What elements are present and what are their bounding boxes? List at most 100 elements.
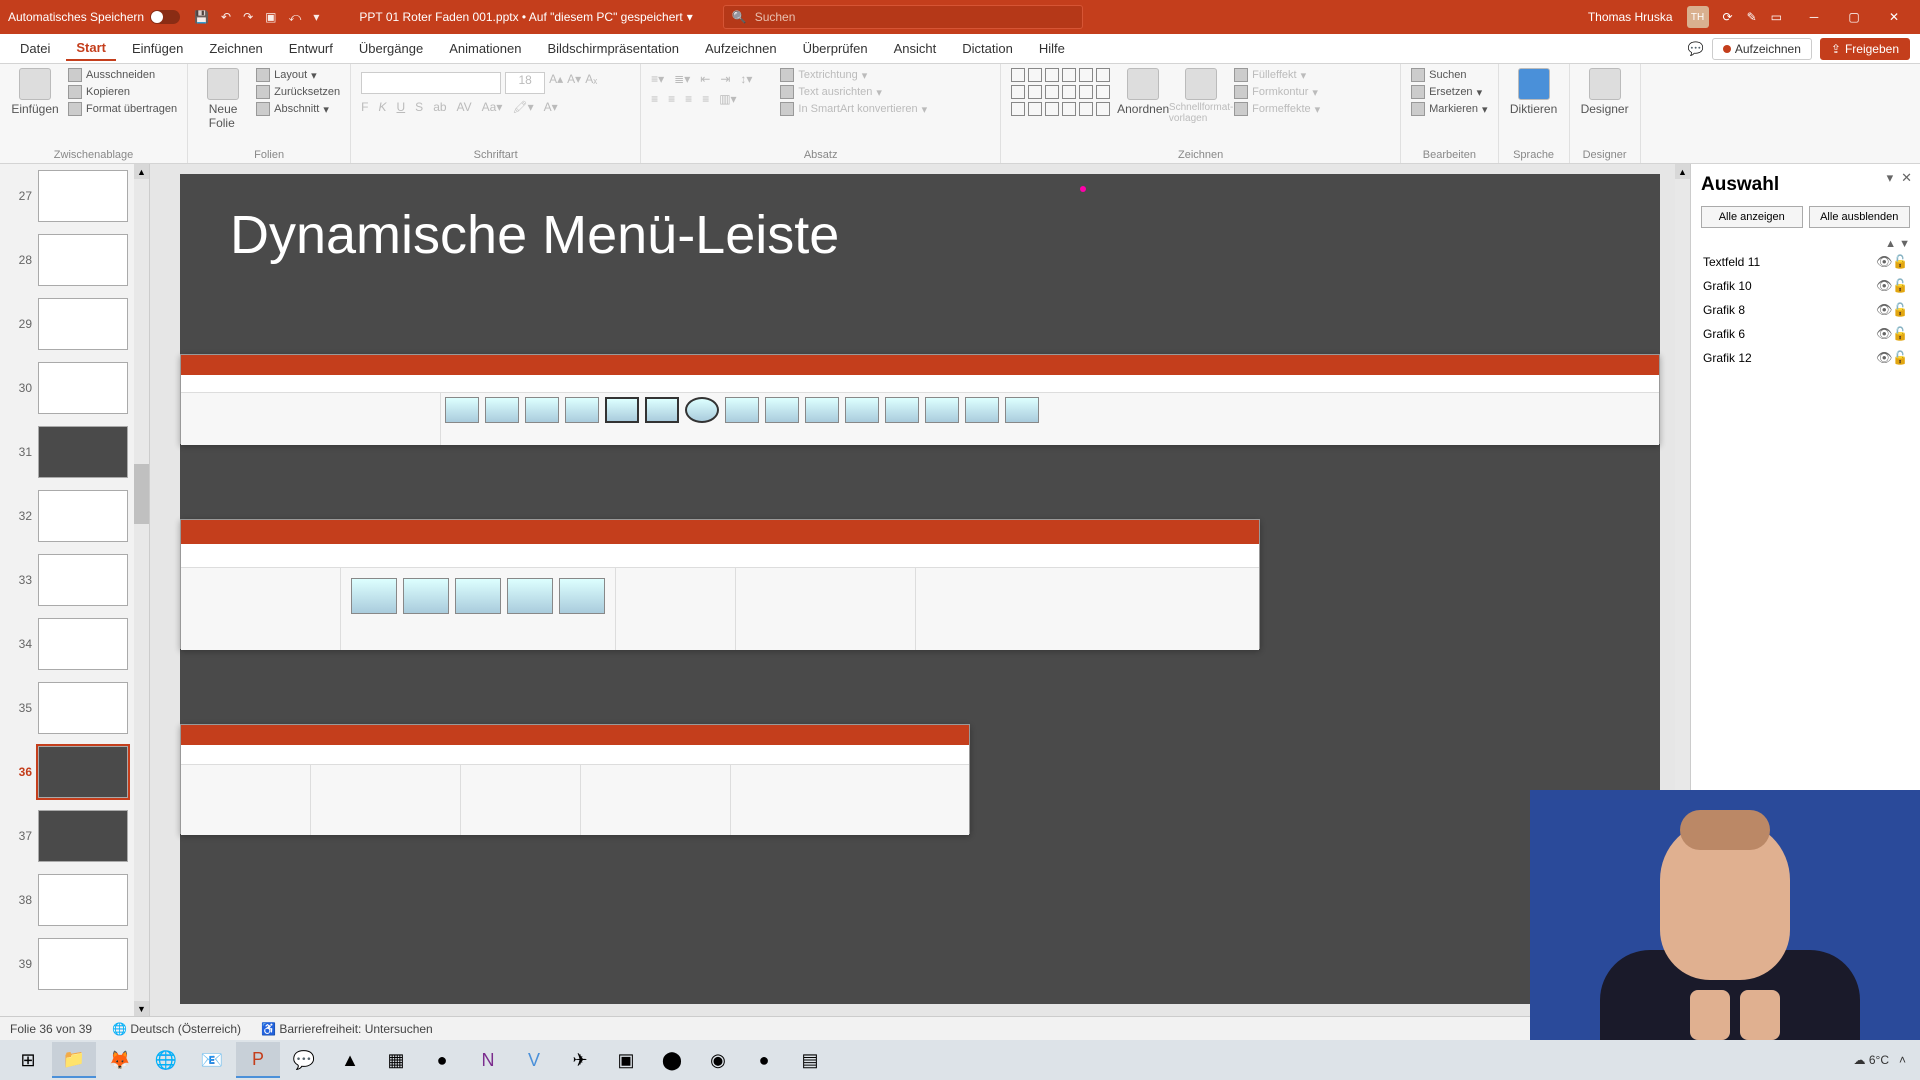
thumbs-scrollbar[interactable]: ▲ ▼ [134, 164, 149, 1016]
show-all-button[interactable]: Alle anzeigen [1701, 206, 1803, 228]
app-icon-5[interactable]: ◉ [696, 1042, 740, 1078]
smartart-button[interactable]: In SmartArt konvertieren ▾ [780, 102, 927, 116]
tray-chevron-icon[interactable]: ˄ [1899, 1053, 1906, 1067]
fill-button[interactable]: Fülleffekt ▾ [1234, 68, 1320, 82]
move-down-icon[interactable]: ▼ [1899, 238, 1910, 250]
scroll-up-icon[interactable]: ▲ [134, 164, 149, 179]
slide-thumb-28[interactable]: 28 [0, 228, 149, 292]
arrange-button[interactable]: Anordnen [1118, 68, 1168, 116]
app-icon-6[interactable]: ● [742, 1042, 786, 1078]
designer-button[interactable]: Designer [1580, 68, 1630, 116]
app-icon-4[interactable]: ▣ [604, 1042, 648, 1078]
move-up-icon[interactable]: ▲ [1885, 238, 1896, 250]
minimize-button[interactable]: ─ [1796, 5, 1832, 29]
slide-thumb-38[interactable]: 38 [0, 868, 149, 932]
slide-thumb-37[interactable]: 37 [0, 804, 149, 868]
slide-thumb-33[interactable]: 33 [0, 548, 149, 612]
tab-aufzeichnen[interactable]: Aufzeichnen [695, 37, 787, 60]
slide-thumb-39[interactable]: 39 [0, 932, 149, 996]
replace-button[interactable]: Ersetzen ▾ [1411, 85, 1487, 99]
reset-button[interactable]: Zurücksetzen [256, 85, 340, 99]
new-slide-button[interactable]: Neue Folie [198, 68, 248, 130]
find-button[interactable]: Suchen [1411, 68, 1487, 82]
slide-thumb-31[interactable]: 31 [0, 420, 149, 484]
columns-icon[interactable]: ▥▾ [719, 92, 736, 106]
bold-button[interactable]: F [361, 100, 368, 114]
outline-button[interactable]: Formkontur ▾ [1234, 85, 1320, 99]
app-icon-3[interactable]: ● [420, 1042, 464, 1078]
underline-button[interactable]: U [397, 100, 406, 114]
save-icon[interactable]: 💾 [194, 10, 209, 24]
embedded-image-2[interactable] [180, 519, 1260, 649]
align-right-icon[interactable]: ≡ [685, 92, 692, 106]
fontcolor-button[interactable]: A▾ [544, 100, 558, 114]
quickstyles-button[interactable]: Schnellformat- vorlagen [1176, 68, 1226, 124]
tab-dictation[interactable]: Dictation [952, 37, 1023, 60]
telegram-icon[interactable]: ✈ [558, 1042, 602, 1078]
onenote-icon[interactable]: N [466, 1042, 510, 1078]
slide-thumb-35[interactable]: 35 [0, 676, 149, 740]
selection-item[interactable]: Grafik 12👁🔓 [1701, 346, 1910, 370]
numbering-icon[interactable]: ≣▾ [674, 72, 690, 86]
lock-toggle-icon[interactable]: 🔓 [1892, 278, 1908, 294]
visibility-toggle-icon[interactable]: 👁 [1876, 254, 1892, 270]
slide-thumb-36[interactable]: 36 [0, 740, 149, 804]
visibility-toggle-icon[interactable]: 👁 [1876, 350, 1892, 366]
font-size-select[interactable]: 18 [505, 72, 545, 94]
app-icon[interactable]: 💬 [282, 1042, 326, 1078]
tab-datei[interactable]: Datei [10, 37, 60, 60]
clear-format-icon[interactable]: Aₓ [585, 72, 597, 94]
tab-ansicht[interactable]: Ansicht [884, 37, 947, 60]
align-center-icon[interactable]: ≡ [668, 92, 675, 106]
search-box[interactable]: 🔍 Suchen [723, 5, 1083, 29]
app-icon-2[interactable]: ▦ [374, 1042, 418, 1078]
lock-toggle-icon[interactable]: 🔓 [1892, 302, 1908, 318]
increase-font-icon[interactable]: A▴ [549, 72, 563, 94]
accessibility-status[interactable]: ♿ Barrierefreiheit: Untersuchen [261, 1022, 433, 1036]
aufzeichnen-button[interactable]: Aufzeichnen [1712, 38, 1812, 60]
obs-icon[interactable]: ⬤ [650, 1042, 694, 1078]
slide-canvas[interactable]: Dynamische Menü-Leiste [150, 164, 1690, 1016]
lock-toggle-icon[interactable]: 🔓 [1892, 326, 1908, 342]
embedded-image-3[interactable] [180, 724, 970, 834]
close-button[interactable]: ✕ [1876, 5, 1912, 29]
freigeben-button[interactable]: ⇪Freigeben [1820, 38, 1910, 60]
selection-item[interactable]: Grafik 8👁🔓 [1701, 298, 1910, 322]
layout-button[interactable]: Layout ▾ [256, 68, 340, 82]
slide-thumb-32[interactable]: 32 [0, 484, 149, 548]
italic-button[interactable]: K [378, 100, 386, 114]
effects-button[interactable]: Formeffekte ▾ [1234, 102, 1320, 116]
embedded-image-1[interactable] [180, 354, 1660, 444]
tab-zeichnen[interactable]: Zeichnen [199, 37, 272, 60]
app-icon-7[interactable]: ▤ [788, 1042, 832, 1078]
language-status[interactable]: 🌐 Deutsch (Österreich) [112, 1022, 241, 1036]
text-align-button[interactable]: Text ausrichten ▾ [780, 85, 927, 99]
chrome-icon[interactable]: 🌐 [144, 1042, 188, 1078]
slide-thumb-34[interactable]: 34 [0, 612, 149, 676]
tab-uebergaenge[interactable]: Übergänge [349, 37, 433, 60]
copy-button[interactable]: Kopieren [68, 85, 177, 99]
docname-dropdown-icon[interactable]: ▾ [687, 10, 693, 24]
select-button[interactable]: Markieren ▾ [1411, 102, 1487, 116]
scroll-up-icon[interactable]: ▲ [1675, 164, 1690, 179]
visibility-toggle-icon[interactable]: 👁 [1876, 326, 1892, 342]
shapes-gallery[interactable] [1011, 68, 1110, 116]
align-left-icon[interactable]: ≡ [651, 92, 658, 106]
autosave-toggle[interactable]: Automatisches Speichern [8, 10, 180, 24]
qat-more-icon[interactable]: ▾ [313, 10, 319, 24]
hide-all-button[interactable]: Alle ausblenden [1809, 206, 1911, 228]
slide-counter[interactable]: Folie 36 von 39 [10, 1022, 92, 1036]
user-name[interactable]: Thomas Hruska [1588, 10, 1673, 24]
slide-title[interactable]: Dynamische Menü-Leiste [230, 204, 839, 266]
explorer-icon[interactable]: 📁 [52, 1042, 96, 1078]
linespacing-icon[interactable]: ↕▾ [740, 72, 752, 86]
paste-button[interactable]: Einfügen [10, 68, 60, 116]
toggle-switch[interactable] [150, 10, 180, 24]
tab-ueberpruefen[interactable]: Überprüfen [793, 37, 878, 60]
highlight-button[interactable]: 🖍▾ [512, 100, 533, 114]
powerpoint-icon[interactable]: P [236, 1042, 280, 1078]
selection-item[interactable]: Grafik 6👁🔓 [1701, 322, 1910, 346]
tab-entwurf[interactable]: Entwurf [279, 37, 343, 60]
slide-thumbnails[interactable]: 27282930313233343536373839 ▲ ▼ [0, 164, 150, 1016]
vlc-icon[interactable]: ▲ [328, 1042, 372, 1078]
